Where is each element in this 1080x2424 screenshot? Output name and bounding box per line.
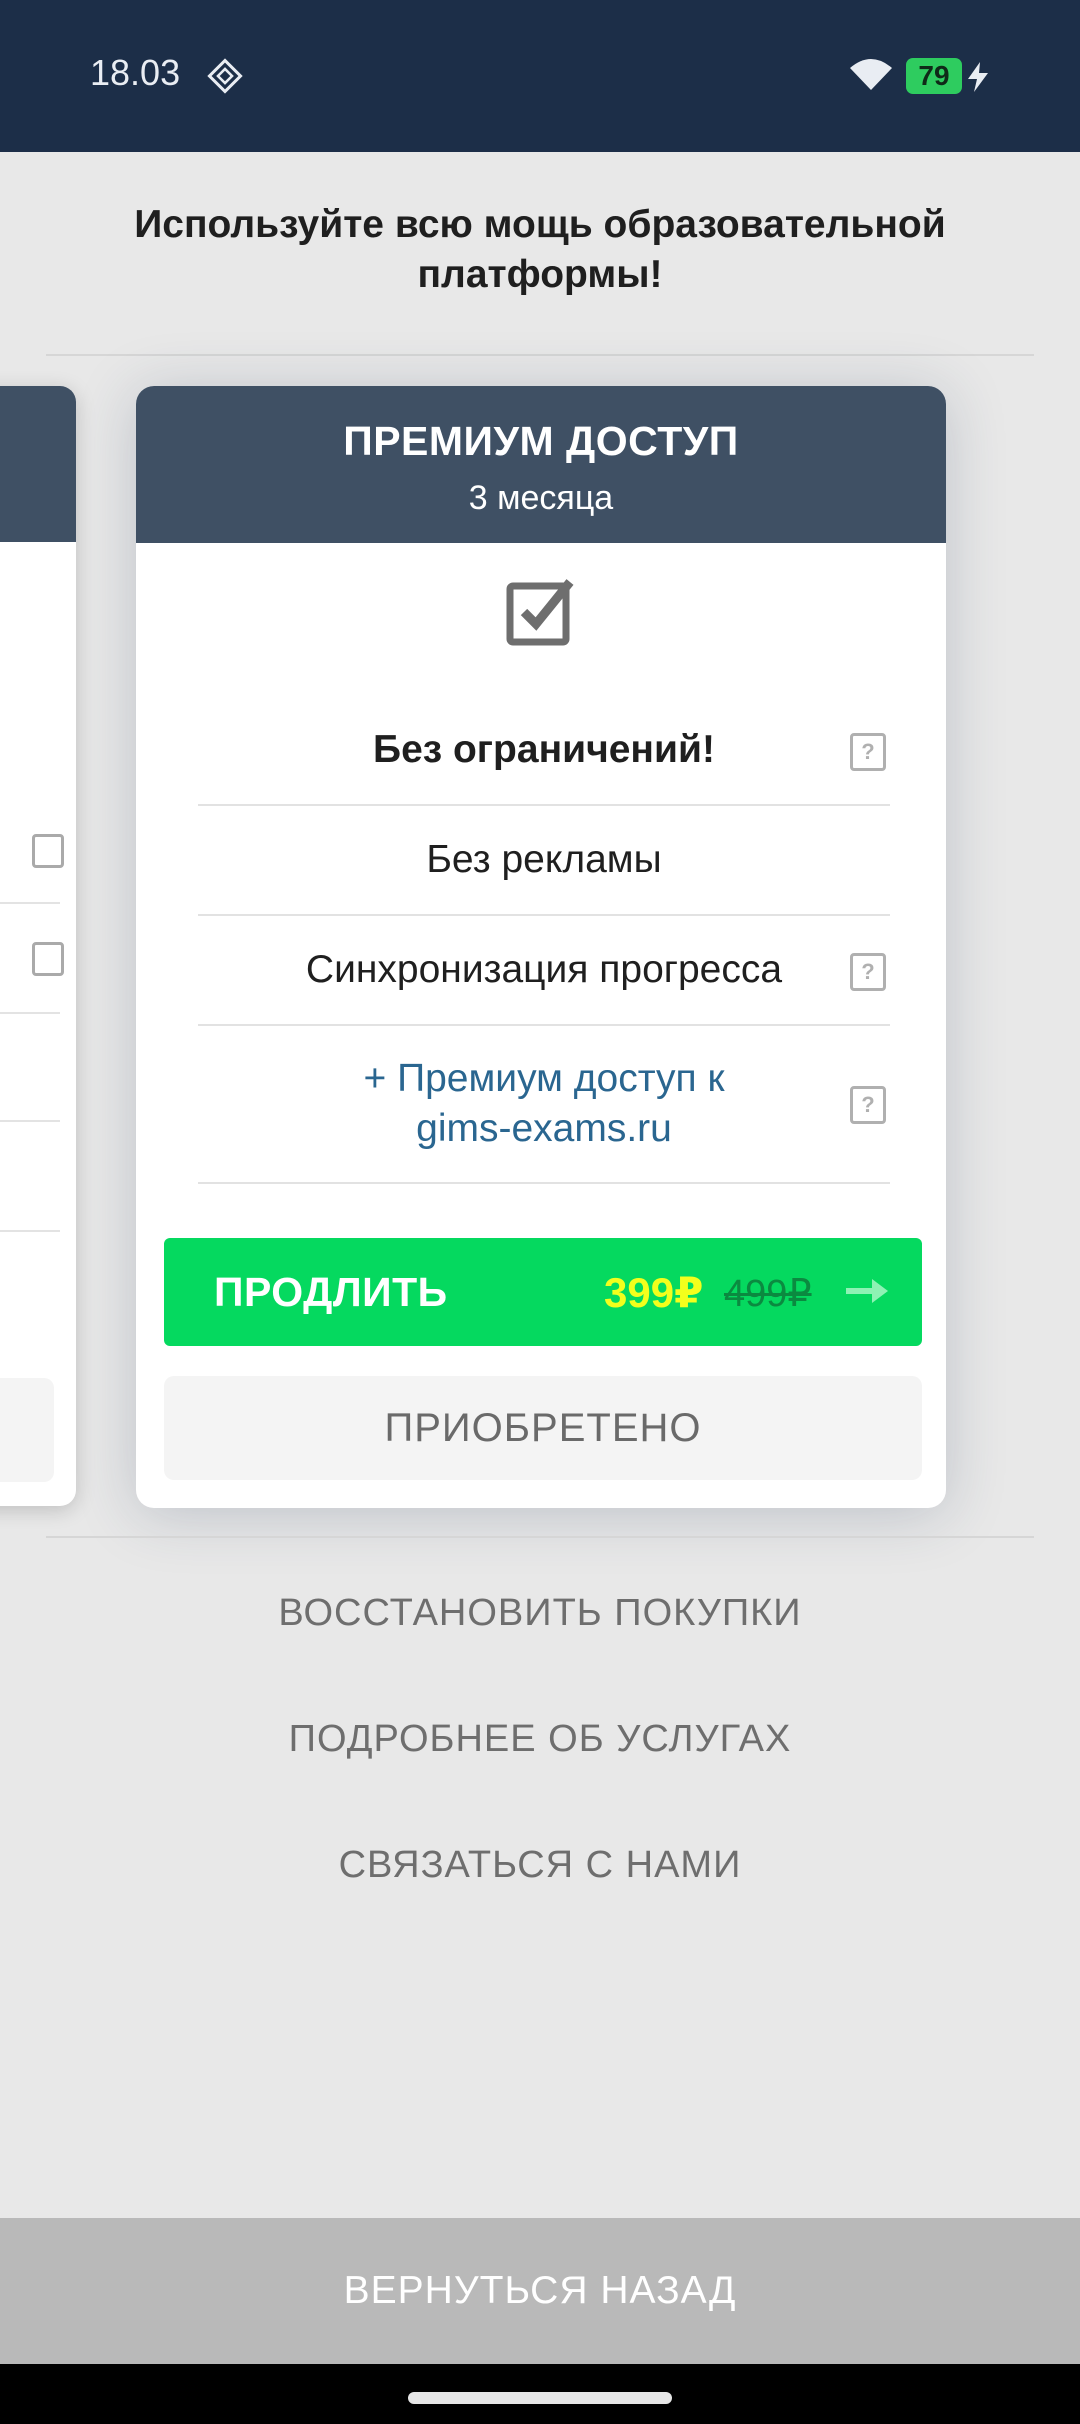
help-icon[interactable]: ? (850, 953, 886, 991)
help-icon[interactable]: ? (850, 1086, 886, 1124)
checkbox-checked-icon (506, 579, 574, 646)
status-time: 18.03 (90, 52, 181, 93)
battery-icon: 79 (906, 58, 962, 94)
price-old: 499₽ (724, 1273, 812, 1315)
price-current: 399₽ (604, 1269, 704, 1316)
bottom-divider (46, 1536, 1034, 1538)
purchased-button[interactable]: ПРИОБРЕТЕНО (164, 1376, 922, 1480)
help-icon[interactable] (32, 942, 64, 976)
help-icon[interactable] (32, 834, 64, 868)
page-headline: Используйте всю мощь образовательной пла… (134, 203, 946, 296)
back-button[interactable]: ВЕРНУТЬСЯ НАЗАД (0, 2218, 1080, 2364)
wifi-icon (850, 59, 892, 90)
plan-card-header: ПРЕМИУМ ДОСТУП 3 месяца (136, 386, 946, 543)
charging-bolt-icon (968, 62, 988, 92)
renew-button-label: ПРОДЛИТЬ (214, 1269, 448, 1315)
feature-row-link[interactable]: + Премиум доступ к gims-exams.ru ? (198, 1026, 890, 1184)
restore-purchases-link[interactable]: ВОССТАНОВИТЬ ПОКУПКИ (0, 1592, 1080, 1635)
feature-divider (0, 1120, 60, 1122)
feature-divider (0, 1230, 60, 1232)
arrow-right-icon (846, 1279, 888, 1303)
service-details-link[interactable]: ПОДРОБНЕЕ ОБ УСЛУГАХ (0, 1718, 1080, 1761)
plan-card-previous[interactable] (0, 386, 76, 1506)
feature-row: Синхронизация прогресса ? (198, 916, 890, 1026)
diamond-icon (207, 58, 243, 94)
feature-label: Без рекламы (426, 838, 662, 881)
system-nav-bar (0, 2364, 1080, 2424)
feature-row: Без рекламы (198, 806, 890, 916)
plan-period: 3 месяца (468, 479, 614, 517)
feature-divider (0, 1012, 60, 1014)
plan-card-premium: ПРЕМИУМ ДОСТУП 3 месяца Без ограничений!… (136, 386, 946, 1508)
renew-button[interactable]: ПРОДЛИТЬ 399₽ 499₽ (164, 1238, 922, 1346)
plan-card-previous-button[interactable] (0, 1378, 54, 1482)
help-icon[interactable]: ? (850, 733, 886, 771)
contact-us-link[interactable]: СВЯЗАТЬСЯ С НАМИ (0, 1844, 1080, 1887)
home-indicator[interactable] (408, 2392, 672, 2404)
feature-label[interactable]: + Премиум доступ к gims-exams.ru (198, 1026, 890, 1154)
top-divider (46, 354, 1034, 356)
status-bar: 18.03 79 (0, 0, 1080, 152)
feature-label: Без ограничений! (373, 728, 715, 771)
feature-row: Без ограничений! ? (198, 696, 890, 806)
plan-card-previous-header (0, 386, 76, 542)
feature-label: Синхронизация прогресса (305, 948, 783, 991)
plan-title: ПРЕМИУМ ДОСТУП (343, 418, 739, 464)
feature-divider (0, 902, 60, 904)
battery-level: 79 (918, 60, 950, 91)
